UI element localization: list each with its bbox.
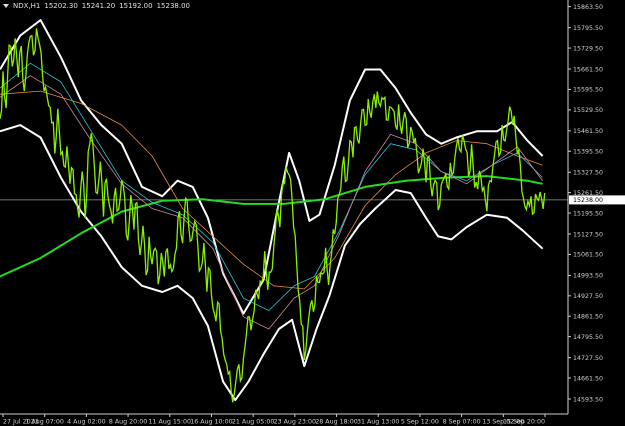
x-tick-label: 4 Aug 02:00	[67, 419, 105, 426]
x-tick-label: 23 Aug 23:00	[274, 419, 316, 426]
y-tick-label: 14861.50	[573, 314, 603, 321]
x-tick-label: 8 Sep 07:00	[443, 419, 481, 426]
y-tick-label: 15127.50	[573, 231, 603, 238]
x-tick-label: 21 Aug 05:00	[232, 419, 274, 426]
x-tick-label: 5 Sep 12:00	[401, 419, 439, 426]
y-tick-label: 15327.50	[573, 170, 603, 177]
y-tick-label: 15661.50	[573, 66, 603, 73]
symbol-label: NDX,H1	[13, 2, 41, 10]
x-tick-label: 11 Aug 15:00	[149, 419, 191, 426]
x-tick-label: 28 Aug 18:00	[315, 419, 357, 426]
y-tick-label: 15529.50	[573, 107, 603, 114]
y-tick-label: 14727.50	[573, 355, 603, 362]
high-value: 15241.20	[81, 2, 116, 10]
y-tick-label: 15595.50	[573, 87, 603, 94]
y-tick-label: 15461.50	[573, 128, 603, 135]
close-value: 15238.00	[156, 2, 190, 10]
open-value: 15202.30	[44, 2, 78, 10]
x-tick-label: 8 Aug 20:00	[109, 419, 147, 426]
x-tick-label: 1 Aug 07:00	[25, 419, 63, 426]
x-tick-label: 15 Sep 20:00	[503, 419, 545, 426]
y-tick-label: 15729.50	[573, 45, 603, 52]
y-tick-label: 15863.50	[573, 4, 603, 11]
price-chart: 15863.50 15795.50 15729.50 15661.50 15595.50…	[0, 0, 625, 426]
y-tick-label: 14661.50	[573, 375, 603, 382]
y-tick-label: 15195.50	[573, 210, 603, 217]
y-tick-label: 14593.50	[573, 396, 603, 403]
y-tick-label: 14993.50	[573, 273, 603, 280]
y-tick-label: 15061.50	[573, 252, 603, 259]
x-tick-label: 16 Aug 10:00	[190, 419, 232, 426]
chart-header: NDX,H1 15202.30 15241.20 15192.00 15238.…	[3, 2, 190, 10]
y-tick-label: 14795.50	[573, 334, 603, 341]
y-tick-label: 14927.50	[573, 293, 603, 300]
x-tick-label: 31 Aug 13:00	[357, 419, 399, 426]
y-tick-label: 15395.50	[573, 149, 603, 156]
y-tick-label: 15795.50	[573, 25, 603, 32]
dropdown-triangle-icon[interactable]	[3, 4, 9, 8]
current-price-label: 15238.00	[573, 197, 603, 204]
low-value: 15192.00	[119, 2, 153, 10]
